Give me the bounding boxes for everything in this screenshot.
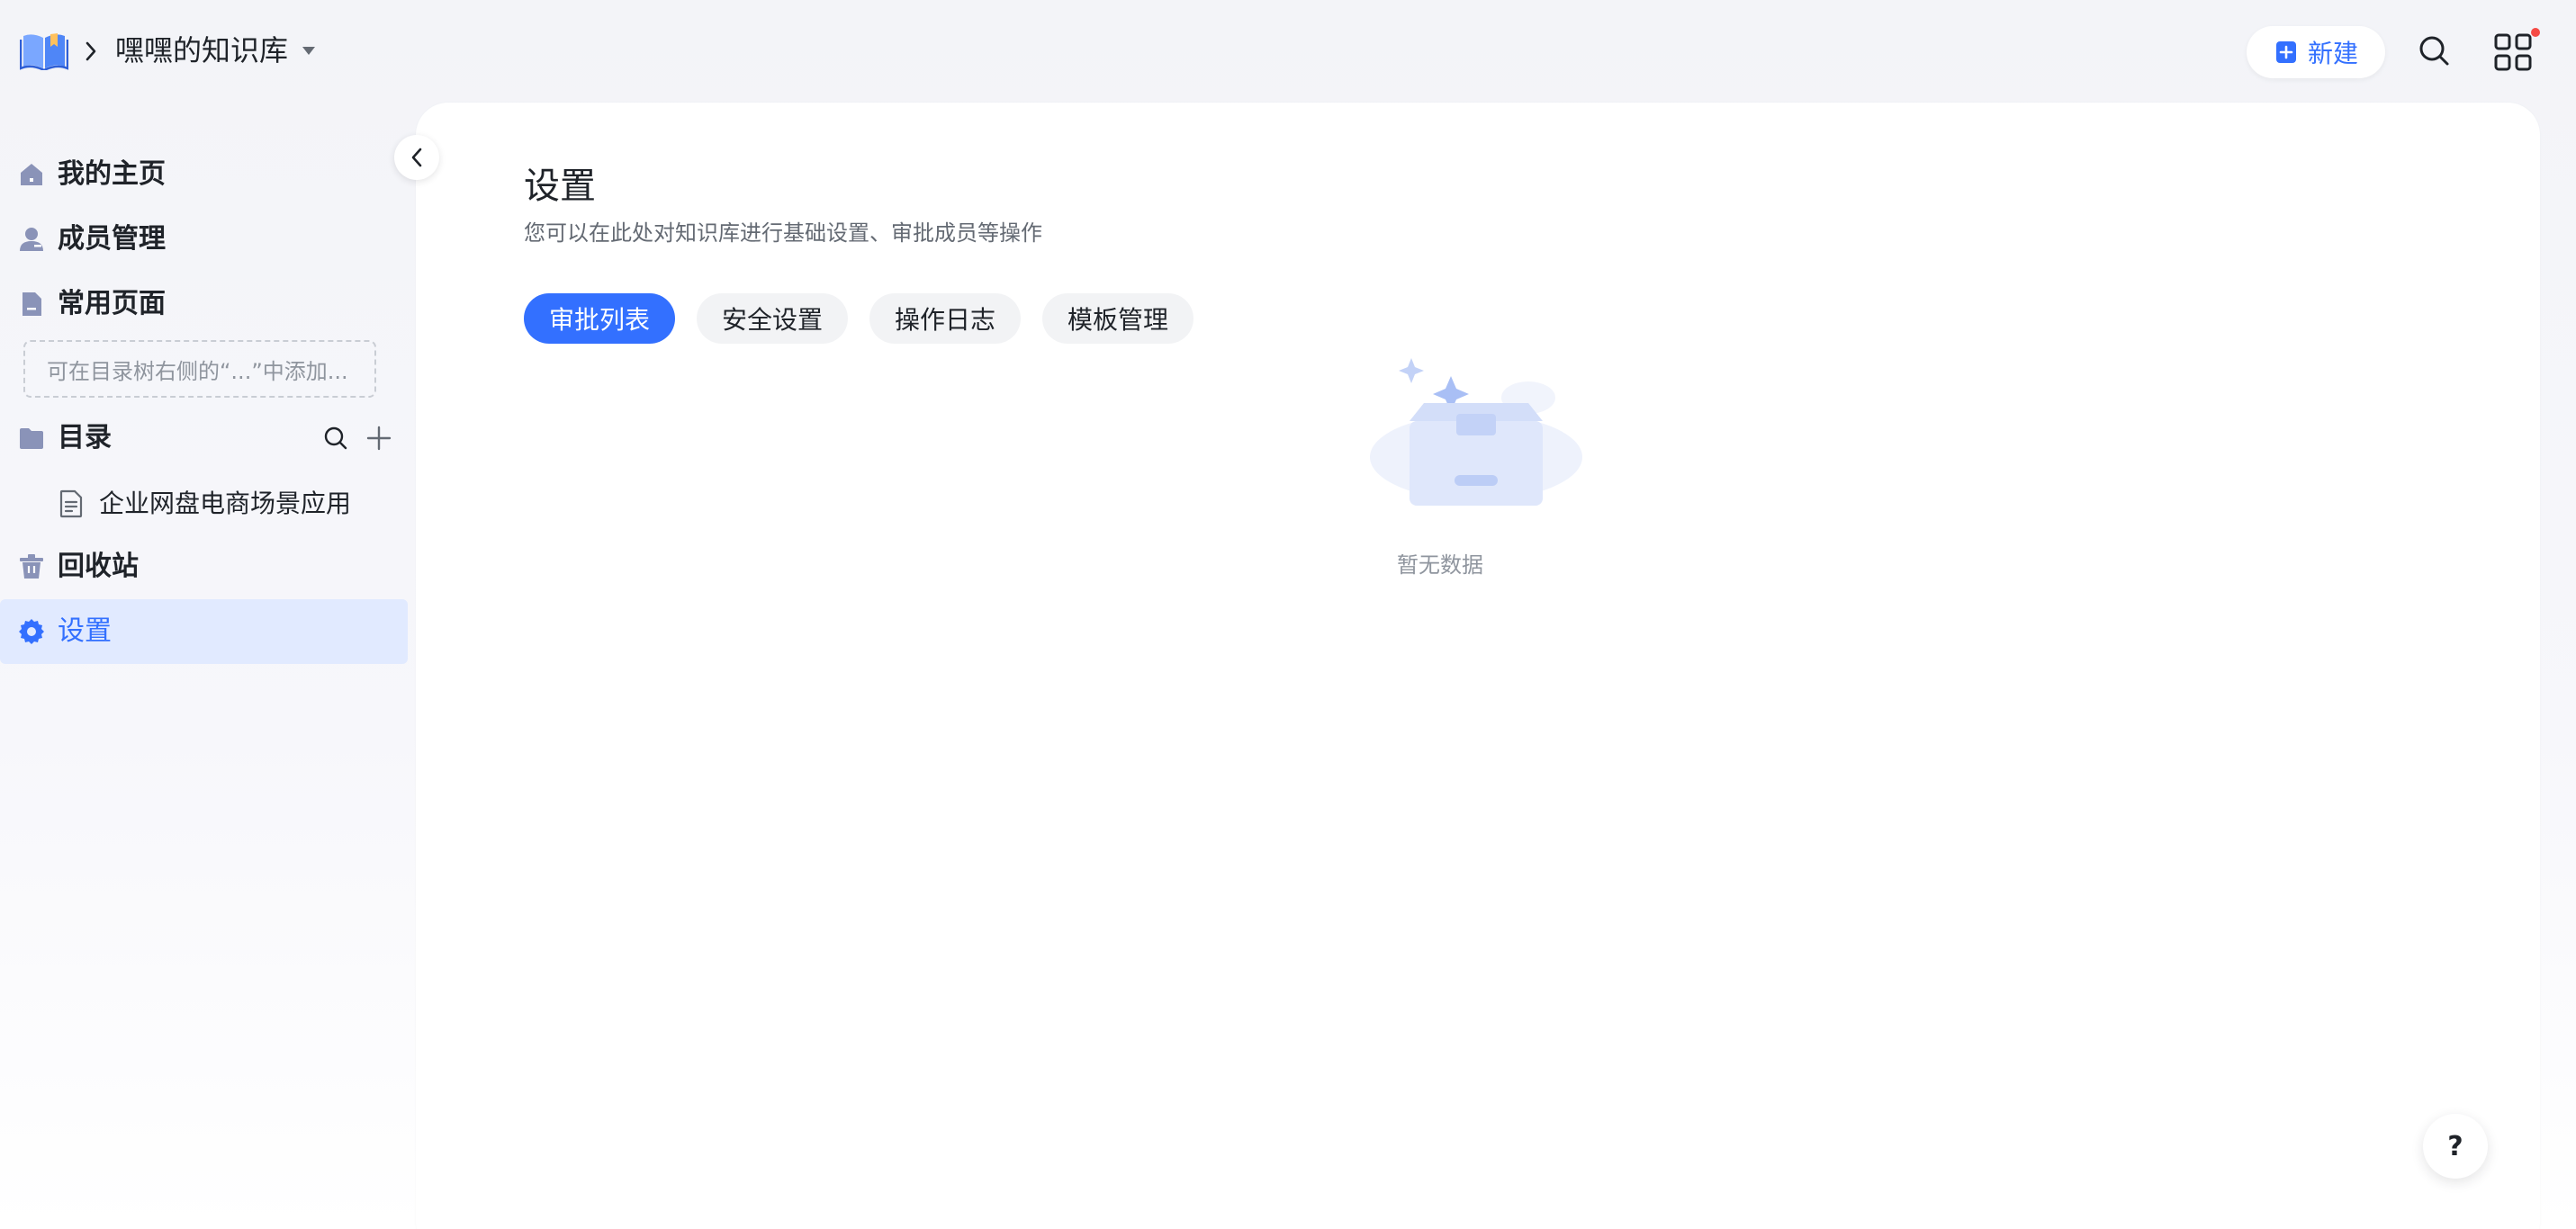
page-description: 您可以在此处对知识库进行基础设置、审批成员等操作 xyxy=(524,220,1042,246)
tab-approval-list[interactable]: 审批列表 xyxy=(524,293,676,344)
tab-operation-log[interactable]: 操作日志 xyxy=(869,293,1022,344)
directory-doc-item[interactable]: 企业网盘电商场景应用 xyxy=(0,473,408,534)
tab-template-management[interactable]: 模板管理 xyxy=(1042,293,1194,344)
chevron-right-icon xyxy=(86,41,96,61)
sidebar-item-label: 常用页面 xyxy=(58,288,166,319)
document-icon xyxy=(23,292,41,316)
frequent-pages-placeholder: 可在目录树右侧的“...”中添加... xyxy=(23,340,376,398)
directory-add-icon[interactable] xyxy=(365,425,392,452)
settings-tabs: 审批列表 安全设置 操作日志 模板管理 xyxy=(524,293,1194,344)
main-panel: 设置 您可以在此处对知识库进行基础设置、审批成员等操作 审批列表 安全设置 操作… xyxy=(416,103,2540,1229)
sidebar-collapse-button[interactable] xyxy=(394,135,439,180)
search-icon[interactable] xyxy=(2418,34,2452,68)
sidebar-item-frequent[interactable]: 常用页面 xyxy=(0,272,408,336)
gear-icon xyxy=(19,619,44,644)
new-button[interactable]: 新建 xyxy=(2247,26,2385,78)
sidebar-item-label: 我的主页 xyxy=(58,158,166,190)
app-window: 嘿嘿的知识库 新建 我的主页 成员管理 常用页面 可在目录树右侧的“...”中添… xyxy=(0,0,2576,1229)
sidebar-item-recycle[interactable]: 回收站 xyxy=(0,534,408,599)
notification-dot xyxy=(2531,28,2540,37)
sidebar-item-label: 成员管理 xyxy=(58,223,166,255)
sidebar-item-members[interactable]: 成员管理 xyxy=(0,207,408,272)
help-button[interactable]: ? xyxy=(2423,1114,2488,1179)
directory-search-icon[interactable] xyxy=(322,425,349,452)
book-logo-icon[interactable] xyxy=(20,31,68,70)
top-bar: 嘿嘿的知识库 新建 xyxy=(0,0,2576,103)
new-button-label: 新建 xyxy=(2307,39,2358,68)
trash-icon xyxy=(20,554,43,579)
sidebar-item-label: 回收站 xyxy=(58,551,139,582)
sidebar-item-label: 设置 xyxy=(58,615,112,647)
doc-outline-icon xyxy=(59,489,83,518)
sidebar-item-home[interactable]: 我的主页 xyxy=(0,142,408,207)
sidebar-item-settings[interactable]: 设置 xyxy=(0,599,408,664)
sidebar-item-label: 目录 xyxy=(58,422,112,453)
sidebar: 我的主页 成员管理 常用页面 可在目录树右侧的“...”中添加... 目录 企业… xyxy=(0,135,410,1229)
knowledge-base-name[interactable]: 嘿嘿的知识库 xyxy=(115,31,288,70)
tab-security-settings[interactable]: 安全设置 xyxy=(697,293,849,344)
plus-document-icon xyxy=(2275,41,2296,63)
folder-icon xyxy=(20,428,43,449)
apps-grid-icon[interactable] xyxy=(2493,32,2533,72)
home-icon xyxy=(21,164,42,185)
empty-state-text: 暂无数据 xyxy=(1397,552,1483,578)
caret-down-icon[interactable] xyxy=(302,47,315,55)
page-title: 设置 xyxy=(524,166,596,207)
empty-box-icon xyxy=(1370,358,1582,506)
user-icon xyxy=(20,228,43,251)
chevron-left-icon xyxy=(411,148,422,167)
directory-doc-label: 企业网盘电商场景应用 xyxy=(99,489,352,518)
